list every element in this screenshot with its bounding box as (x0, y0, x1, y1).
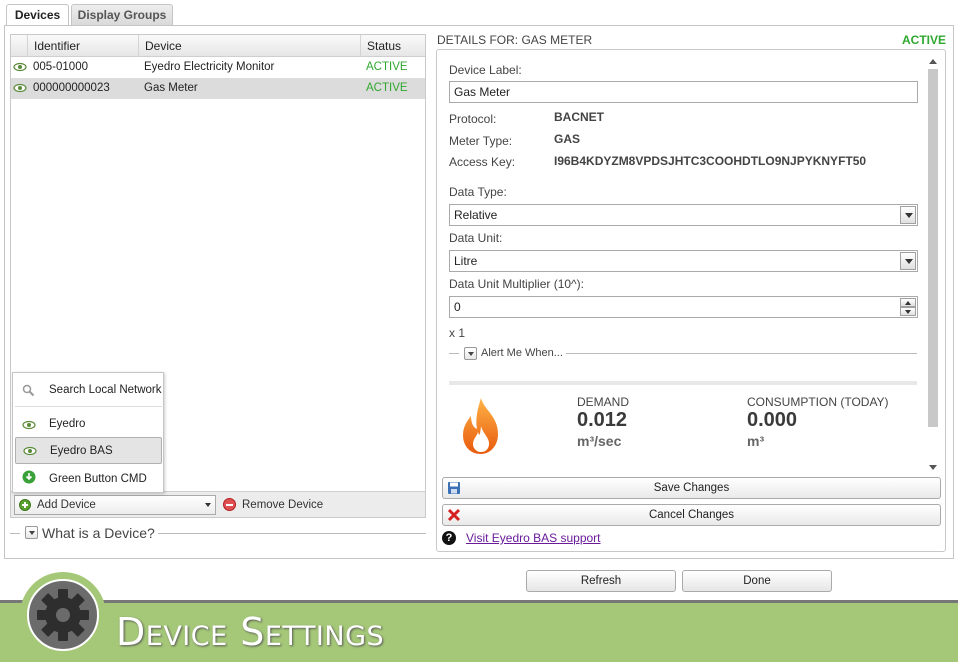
column-header-identifier[interactable]: Identifier (27, 35, 138, 57)
consumption-unit: m³ (747, 433, 765, 449)
scroll-up-icon[interactable] (929, 59, 937, 64)
device-label-label: Device Label: (449, 63, 522, 77)
green-download-icon (22, 470, 36, 484)
chevron-down-icon (900, 206, 916, 224)
magnifier-icon (22, 384, 35, 397)
add-device-menu: Search Local Network Eyedro Eyedro BAS G… (12, 372, 164, 493)
gear-badge-inner (27, 579, 99, 651)
meter-type-label: Meter Type: (449, 134, 513, 148)
multiplier-label: Data Unit Multiplier (10^): (449, 277, 585, 291)
table-toolbar: Add Device Remove Device (11, 491, 425, 517)
table-row[interactable]: 000000000023 Gas Meter ACTIVE (11, 78, 425, 99)
chevron-down-icon (900, 252, 916, 270)
row-identifier: 000000000023 (33, 82, 110, 94)
menu-item-green-button-cmd[interactable]: Green Button CMD (15, 466, 162, 493)
table-header: Identifier Device Status (11, 35, 425, 57)
row-status: ACTIVE (366, 61, 408, 73)
demand-label: DEMAND (577, 395, 630, 409)
divider (449, 381, 917, 385)
multiplier-result: x 1 (449, 326, 466, 340)
page-title: Device Settings (116, 610, 385, 654)
details-title: DETAILS FOR: GAS METER (437, 33, 593, 47)
demand-unit: m³/sec (577, 433, 622, 449)
gear-icon (37, 589, 89, 641)
menu-item-label: Eyedro BAS (50, 445, 113, 457)
menu-item-search-local-network[interactable]: Search Local Network (15, 377, 162, 404)
menu-item-eyedro-bas[interactable]: Eyedro BAS (15, 437, 162, 464)
details-scrollbar[interactable] (927, 57, 939, 472)
tab-display-groups[interactable]: Display Groups (71, 4, 173, 26)
data-unit-select[interactable]: Litre (449, 250, 918, 272)
device-label-input[interactable]: Gas Meter (449, 81, 918, 103)
remove-device-button[interactable]: Remove Device (223, 495, 323, 515)
tab-devices[interactable]: Devices (6, 4, 69, 27)
column-header-status[interactable]: Status (360, 35, 425, 57)
refresh-button[interactable]: Refresh (526, 570, 676, 592)
table-row[interactable]: 005-01000 Eyedro Electricity Monitor ACT… (11, 57, 425, 78)
protocol-label: Protocol: (449, 112, 497, 126)
menu-item-label: Search Local Network (49, 384, 162, 396)
menu-item-eyedro[interactable]: Eyedro (15, 411, 162, 438)
chevron-down-icon (205, 503, 211, 507)
divider (566, 353, 917, 354)
scroll-thumb[interactable] (928, 69, 938, 427)
remove-icon (223, 498, 236, 511)
divider (449, 353, 459, 354)
data-unit-value: Litre (454, 254, 478, 268)
data-unit-label: Data Unit: (449, 231, 503, 245)
eye-icon (23, 446, 37, 456)
red-x-icon (447, 508, 461, 522)
cancel-changes-button[interactable]: Cancel Changes (442, 504, 941, 526)
remove-device-label: Remove Device (242, 499, 324, 511)
done-button[interactable]: Done (682, 570, 832, 592)
access-key-label: Access Key: (449, 155, 516, 169)
row-device: Gas Meter (144, 82, 198, 94)
help-icon: ? (442, 531, 456, 545)
divider (10, 533, 20, 534)
data-type-select[interactable]: Relative (449, 204, 918, 226)
divider (158, 533, 426, 534)
access-key-value: I96B4KDYZM8VPDSJHTC3COOHDTLO9NJPYKNYFT50 (554, 154, 867, 168)
column-header-device[interactable]: Device (138, 35, 360, 57)
demand-value: 0.012 (577, 409, 628, 431)
menu-item-label: Green Button CMD (49, 473, 147, 485)
support-link[interactable]: Visit Eyedro BAS support (466, 531, 601, 545)
menu-divider (15, 406, 162, 407)
cancel-changes-label: Cancel Changes (648, 509, 735, 521)
eye-icon (13, 83, 27, 93)
floppy-disk-icon (448, 482, 460, 494)
data-type-value: Relative (454, 208, 498, 222)
eye-icon (22, 420, 36, 430)
scroll-down-icon[interactable] (929, 465, 937, 470)
alert-me-when-label[interactable]: Alert Me When... (481, 347, 563, 359)
add-device-label: Add Device (37, 499, 96, 511)
flame-icon (463, 398, 498, 454)
consumption-value: 0.000 (747, 409, 798, 431)
eye-icon (13, 62, 27, 72)
multiplier-value: 0 (454, 300, 461, 314)
row-identifier: 005-01000 (33, 61, 88, 73)
details-status-badge: ACTIVE (901, 33, 946, 47)
increment-icon[interactable] (900, 298, 916, 307)
row-device: Eyedro Electricity Monitor (144, 61, 275, 73)
save-changes-button[interactable]: Save Changes (442, 477, 941, 499)
decrement-icon[interactable] (900, 307, 916, 316)
add-icon (19, 499, 31, 511)
add-device-select[interactable]: Add Device (14, 495, 216, 515)
row-status: ACTIVE (366, 82, 408, 94)
meter-type-value: GAS (554, 132, 581, 146)
expand-alert-button[interactable] (464, 347, 477, 360)
data-type-label: Data Type: (449, 185, 507, 199)
protocol-value: BACNET (554, 110, 604, 124)
what-is-device-label[interactable]: What is a Device? (42, 525, 155, 541)
multiplier-stepper[interactable]: 0 (449, 296, 918, 318)
menu-item-label: Eyedro (49, 418, 86, 430)
expand-what-is-device-button[interactable] (25, 526, 38, 539)
consumption-label: CONSUMPTION (TODAY) (747, 395, 889, 409)
save-changes-label: Save Changes (653, 482, 730, 494)
